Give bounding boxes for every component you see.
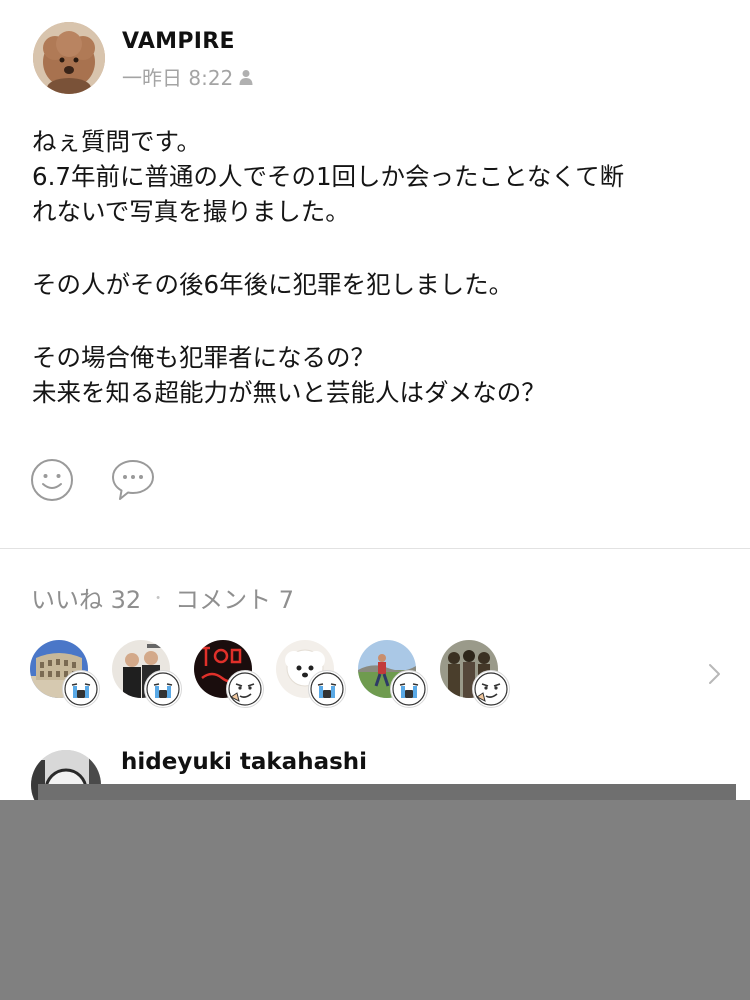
gray-overlay [0,800,750,1000]
section-divider [0,548,750,549]
reactor-avatar[interactable] [30,640,100,708]
likes-count[interactable]: いいね 32 [31,580,141,615]
person-icon [239,69,253,85]
reactor-avatar[interactable] [112,640,182,708]
smirk-face-icon [226,670,264,708]
crying-face-icon [62,670,100,708]
crying-face-icon [390,670,428,708]
post-meta: 一昨日 8:22 [122,62,253,91]
post-text-line: 6.7年前に普通の人でその1回しか会ったことなくて断 [32,162,625,191]
reactors-list[interactable] [30,640,750,710]
post-text-line: 未来を知る超能力が無いと芸能人はダメなの？ [32,378,546,407]
post-text-line: その人がその後6年後に犯罪を犯しました。 [32,270,514,299]
react-button[interactable] [30,458,74,502]
crying-face-icon [144,670,182,708]
stats-separator: ・ [151,590,166,607]
post-text-line: その場合俺も犯罪者になるの？ [32,343,375,372]
comment-bubble-icon [112,460,154,500]
smirk-face-icon [472,670,510,708]
comment-button[interactable] [110,458,154,502]
post-timestamp: 一昨日 8:22 [122,66,234,90]
reactor-avatar[interactable] [276,640,346,708]
poodle-avatar-image [33,22,105,94]
author-name[interactable]: VAMPIRE [122,29,235,54]
smiley-icon [31,459,73,501]
author-avatar[interactable] [33,22,105,94]
post-text-line: れないで写真を撮りました。 [32,197,350,226]
post-stats: いいね 32 ・ コメント 7 [31,580,294,615]
comments-count[interactable]: コメント 7 [175,580,294,615]
reactor-avatar[interactable] [358,640,428,708]
post-body: ねぇ質問です。 6.7年前に普通の人でその1回しか会ったことなくて断 れないで写… [32,124,722,410]
post-actions [30,458,230,504]
commenter-name[interactable]: hideyuki takahashi [121,749,367,775]
reactor-avatar[interactable] [194,640,264,708]
reactor-avatar[interactable] [440,640,510,708]
post-text-line: ねぇ質問です。 [32,127,202,156]
chevron-right-icon[interactable] [707,662,723,686]
crying-face-icon [308,670,346,708]
post-header: VAMPIRE 一昨日 8:22 [0,0,750,110]
comment-content-placeholder [38,784,736,800]
